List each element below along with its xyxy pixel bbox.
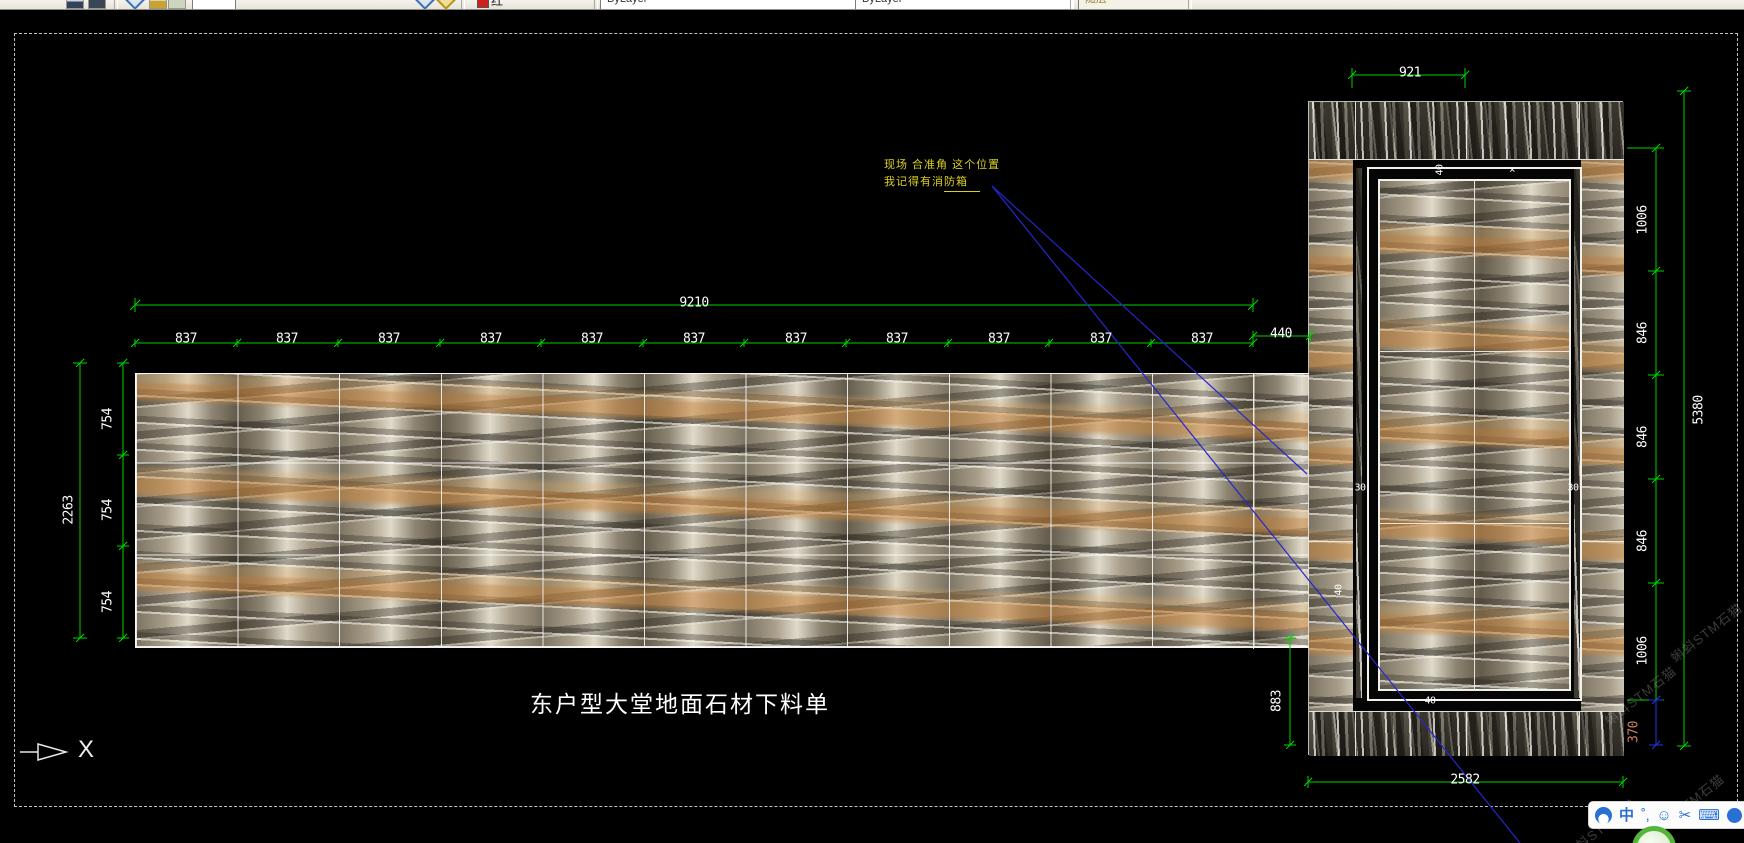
dim-col: 837 <box>175 332 197 347</box>
alignment-x-mark: ✕ <box>1509 165 1515 176</box>
application-window: 红 ByLayer ByLayer 随层 <box>0 0 1744 843</box>
ucs-arrow-icon <box>20 734 80 764</box>
object-properties-toolbar: 红 ByLayer ByLayer 随层 <box>0 0 1744 10</box>
grid-line <box>1309 541 1353 542</box>
dim-col: 837 <box>276 332 298 347</box>
dim-col: 837 <box>886 332 908 347</box>
toolbar-icon[interactable] <box>88 0 106 9</box>
dim-overall-height: 2263 <box>62 495 77 524</box>
toolbar-separator <box>461 0 465 10</box>
toolbar-icon[interactable] <box>168 0 186 9</box>
dim-row: 754 <box>101 499 116 521</box>
snip-icon[interactable]: ✂ <box>1679 808 1692 823</box>
tile-grid <box>136 374 1309 647</box>
dim-col: 837 <box>683 332 705 347</box>
dim-side-left: 883 <box>1270 690 1285 712</box>
site-note-line2: 我记得有消防箱 <box>884 173 968 189</box>
toolbar-icon-diamond[interactable] <box>125 0 145 10</box>
side-panel-left-column <box>1309 159 1353 711</box>
dim-col: 837 <box>785 332 807 347</box>
dim-border-40: 40 <box>1334 584 1345 595</box>
dim-side-bottom: 2582 <box>1450 773 1479 788</box>
frame-sliver <box>1356 168 1362 698</box>
grid-line <box>1355 102 1356 159</box>
toolbar-separator <box>1188 0 1192 10</box>
frame-interior-marble <box>1380 181 1569 689</box>
dim-col: 837 <box>988 332 1010 347</box>
dim-side-right: 846 <box>1636 530 1651 552</box>
side-slab-panel[interactable] <box>1308 101 1623 755</box>
dim-extra-col: 440 <box>1270 327 1292 342</box>
color-label: 红 <box>491 0 503 9</box>
note-underline <box>944 191 980 192</box>
drawing-title: 东户型大堂地面石材下料单 <box>530 685 830 719</box>
dim-col: 837 <box>480 332 502 347</box>
dim-col: 837 <box>1090 332 1112 347</box>
dim-row: 754 <box>101 408 116 430</box>
dim-col: 837 <box>1191 332 1213 347</box>
dim-side-right: 846 <box>1636 426 1651 448</box>
dim-border-40: 40 <box>1424 696 1435 707</box>
qq-icon[interactable] <box>1595 807 1612 824</box>
main-floor-slab-panel[interactable] <box>135 373 1310 648</box>
grid-line <box>1466 711 1467 756</box>
bookmatch-seam <box>1380 523 1569 524</box>
grid-line <box>1579 711 1580 756</box>
site-note-line1: 现场 合准角 这个位置 <box>884 156 1000 172</box>
toolbar-mini-box[interactable] <box>192 0 236 10</box>
ime-toolbar: 中 ˚‚ ☺ ✂ ⌨ <box>1588 801 1744 829</box>
bookmatch-seam <box>1474 181 1475 689</box>
toolbar-separator <box>1070 0 1074 10</box>
dim-bottom-strip: 370 <box>1627 721 1642 743</box>
dim-row: 754 <box>101 591 116 613</box>
profile-icon[interactable] <box>1727 808 1742 823</box>
toolbar-icon-diamond-yellow[interactable] <box>436 0 456 10</box>
grid-line <box>1580 541 1624 542</box>
tile-grid-line <box>1253 374 1254 649</box>
keyboard-icon[interactable]: ⌨ <box>1698 808 1720 823</box>
toolbar-icon[interactable] <box>66 0 84 9</box>
ucs-icon: X <box>20 734 130 770</box>
color-swatch-red[interactable] <box>477 0 489 8</box>
punctuation-icon[interactable]: ˚‚ <box>1641 808 1649 823</box>
dim-side-top: 921 <box>1399 66 1421 81</box>
dim-side-right: 1006 <box>1636 205 1651 234</box>
toolbar-separator <box>594 0 598 10</box>
dim-side-right: 846 <box>1636 322 1651 344</box>
bookmatch-seam <box>1380 351 1569 352</box>
dim-col: 837 <box>581 332 603 347</box>
ucs-x-label: X <box>78 736 94 764</box>
grid-line <box>1580 308 1624 309</box>
side-panel-right-column <box>1580 159 1624 711</box>
toolbar-separator <box>114 0 118 10</box>
grid-line <box>1309 308 1353 309</box>
dim-side-right: 1006 <box>1636 636 1651 665</box>
dim-col: 837 <box>378 332 400 347</box>
dim-border-40: 40 <box>1435 164 1446 175</box>
grid-line <box>1355 711 1356 756</box>
dim-border-30: 30 <box>1567 483 1578 494</box>
toolbar-icon[interactable] <box>149 0 167 9</box>
toolbar-icon-diamond[interactable] <box>415 0 435 10</box>
dim-overall-width: 9210 <box>679 296 708 311</box>
cad-viewport[interactable]: 9210 837 837 837 837 837 837 837 837 837… <box>0 10 1744 843</box>
dim-side-overall: 5380 <box>1692 395 1707 424</box>
emoji-icon[interactable]: ☺ <box>1656 808 1671 823</box>
grid-line <box>1579 102 1580 159</box>
grid-line <box>1309 159 1624 160</box>
linetype-dropdown[interactable]: ByLayer <box>855 0 1074 10</box>
dim-border-30: 30 <box>1354 483 1365 494</box>
chinese-input-icon[interactable]: 中 <box>1619 808 1634 823</box>
grid-line <box>1466 102 1467 159</box>
layer-state-box[interactable]: 随层 <box>1078 0 1192 10</box>
color-dropdown[interactable]: ByLayer <box>600 0 859 10</box>
